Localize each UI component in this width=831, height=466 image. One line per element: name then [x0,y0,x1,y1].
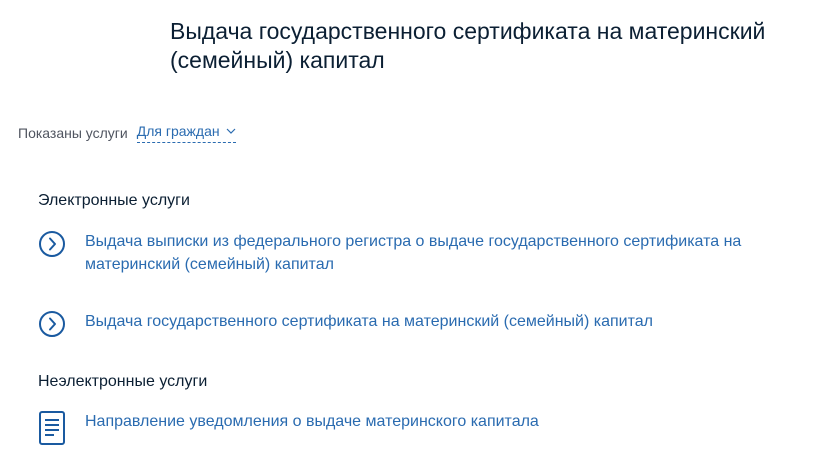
audience-dropdown-value: Для граждан [136,123,220,139]
non-electronic-services-heading: Неэлектронные услуги [38,373,208,390]
electronic-services-heading: Электронные услуги [38,192,190,209]
chevron-down-icon [226,128,236,134]
page-title: Выдача государственного сертификата на м… [170,18,766,73]
service-link[interactable]: Направление уведомления о выдаче материн… [85,410,539,433]
document-icon [39,411,65,445]
service-link[interactable]: Выдача выписки из федерального регистра … [85,230,798,276]
service-item-notification[interactable]: Направление уведомления о выдаче материн… [38,410,798,446]
page: Выдача государственного сертификата на м… [0,0,831,466]
chevron-circle-icon [39,231,65,257]
filter-label: Показаны услуги [18,124,128,141]
chevron-circle-icon [39,311,65,337]
service-item-certificate[interactable]: Выдача государственного сертификата на м… [38,310,798,338]
audience-dropdown[interactable]: Для граждан [136,122,236,143]
service-link[interactable]: Выдача государственного сертификата на м… [85,310,653,333]
service-filter: Показаны услуги Для граждан [18,122,236,143]
service-item-registry-extract[interactable]: Выдача выписки из федерального регистра … [38,230,798,276]
